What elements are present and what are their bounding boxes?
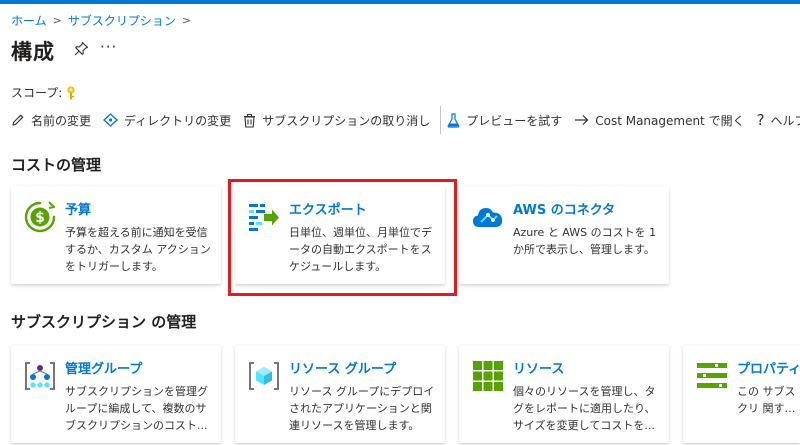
- pin-icon[interactable]: [73, 41, 89, 57]
- properties-card[interactable]: プロパティ この サブスクリ 関する追加の: [683, 345, 800, 443]
- page-title: 構成: [11, 40, 55, 64]
- command-bar: 名前の変更 ディレクトリの変更 サブスクリプションの取り消し プレビューを試す …: [11, 106, 800, 134]
- cancel-subscription-label: サブスクリプションの取り消し: [262, 113, 431, 128]
- properties-card-description: この サブスクリ 関する追加の: [737, 385, 796, 415]
- breadcrumb: ホーム > サブスクリプション >: [11, 12, 191, 29]
- arrow-right-icon: [575, 115, 589, 125]
- resources-card-description: 個々のリソースを管理し、タグをレポートに適用したり、サイズを変更してコストを..…: [513, 385, 656, 432]
- resources-card[interactable]: リソース 個々のリソースを管理し、タグをレポートに適用したり、サイズを変更してコ…: [459, 345, 669, 443]
- resources-grid-icon: [473, 361, 503, 391]
- cost-section-title: コストの管理: [11, 156, 102, 174]
- scope: スコープ:: [11, 84, 76, 101]
- scope-label: スコープ:: [11, 86, 63, 100]
- export-icon: [249, 204, 279, 231]
- cloud-connector-icon: [473, 208, 503, 227]
- aws-connector-card[interactable]: AWS のコネクタ Azure と AWS のコストを 1 か所で表示し、管理し…: [459, 186, 669, 284]
- subscription-section-title: サブスクリプション の管理: [11, 313, 197, 331]
- top-accent-bar: [0, 0, 800, 4]
- management-groups-card-title: 管理グループ: [65, 362, 143, 377]
- breadcrumb-subscriptions[interactable]: サブスクリプション: [68, 12, 176, 29]
- trash-icon: [244, 113, 256, 128]
- budget-card-title: 予算: [65, 203, 92, 218]
- change-directory-button[interactable]: ディレクトリの変更: [103, 112, 231, 129]
- resource-group-icon: [249, 362, 279, 390]
- resource-groups-card-title: リソース グループ: [289, 362, 397, 377]
- try-preview-label: プレビューを試す: [466, 113, 563, 128]
- directory-icon: [103, 113, 118, 127]
- flask-icon: [447, 112, 460, 128]
- pencil-icon: [12, 114, 24, 126]
- breadcrumb-separator: >: [52, 14, 62, 27]
- svg-text:$: $: [35, 210, 45, 226]
- budget-card[interactable]: $ 予算 予算を超える前に通知を受信するか、カスタム アクションをトリガーします…: [11, 186, 221, 284]
- rename-label: 名前の変更: [31, 113, 92, 128]
- management-group-icon: [25, 362, 55, 390]
- budget-card-description: 予算を超える前に通知を受信するか、カスタム アクションをトリガーします。: [65, 226, 211, 273]
- rename-button[interactable]: 名前の変更: [11, 112, 91, 129]
- export-card[interactable]: エクスポート 日単位、週単位、月単位でデータの自動エクスポートをスケジュールしま…: [235, 186, 445, 284]
- breadcrumb-separator: >: [181, 14, 192, 27]
- toolbar-divider: [440, 106, 442, 134]
- export-card-description: 日単位、週単位、月単位でデータの自動エクスポートをスケジュールします。: [289, 226, 432, 273]
- help-icon: ?: [756, 111, 765, 129]
- resource-groups-card-description: リソース グループにデプロイされたアプリケーションと関連リソースを管理します。: [289, 385, 435, 432]
- management-groups-card-description: サブスクリプションを管理グループに編成して、複数のサブスクリプションのコスト..…: [65, 385, 208, 432]
- more-options-icon[interactable]: ···: [100, 38, 117, 56]
- properties-icon: [697, 363, 727, 388]
- resources-card-title: リソース: [513, 362, 565, 377]
- open-cost-management-button[interactable]: Cost Management で開く: [574, 112, 745, 129]
- cancel-subscription-button[interactable]: サブスクリプションの取り消し: [243, 112, 430, 129]
- open-cost-management-label: Cost Management で開く: [595, 113, 745, 128]
- help-label: ヘルプ: [770, 113, 800, 128]
- help-button[interactable]: ? ヘルプ: [757, 111, 800, 129]
- budget-icon: $: [24, 201, 56, 233]
- key-icon: [67, 85, 75, 99]
- properties-card-title: プロパティ: [737, 362, 800, 377]
- aws-connector-card-title: AWS のコネクタ: [513, 203, 616, 218]
- change-directory-label: ディレクトリの変更: [124, 113, 232, 128]
- management-groups-card[interactable]: 管理グループ サブスクリプションを管理グループに編成して、複数のサブスクリプショ…: [11, 345, 221, 443]
- aws-connector-card-description: Azure と AWS のコストを 1 か所で表示し、管理します。: [513, 226, 657, 256]
- export-card-title: エクスポート: [289, 203, 367, 218]
- breadcrumb-home[interactable]: ホーム: [11, 12, 47, 29]
- resource-groups-card[interactable]: リソース グループ リソース グループにデプロイされたアプリケーションと関連リソ…: [235, 345, 445, 443]
- try-preview-button[interactable]: プレビューを試す: [447, 112, 562, 129]
